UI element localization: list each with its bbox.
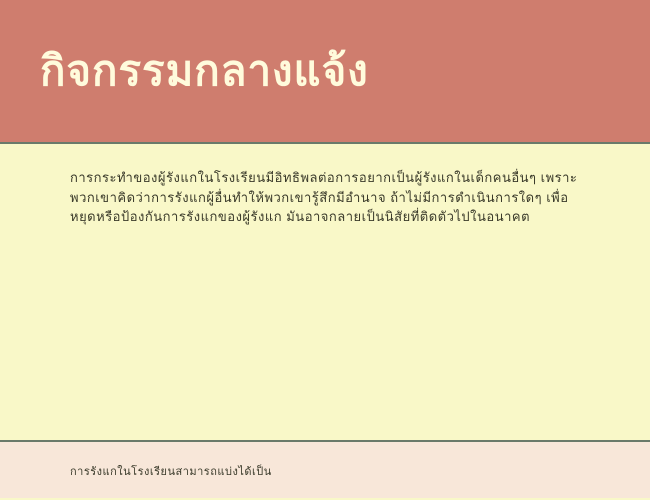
slide-title: กิจกรรมกลางแจ้ง bbox=[40, 38, 369, 104]
slide-header: กิจกรรมกลางแจ้ง bbox=[0, 0, 650, 144]
slide-footer: การรังแกในโรงเรียนสามารถแบ่งได้เป็น bbox=[0, 442, 650, 498]
slide-body: การกระทำของผู้รังแกในโรงเรียนมีอิทธิพลต่… bbox=[0, 144, 650, 442]
footer-text: การรังแกในโรงเรียนสามารถแบ่งได้เป็น bbox=[70, 462, 580, 480]
body-paragraph: การกระทำของผู้รังแกในโรงเรียนมีอิทธิพลต่… bbox=[70, 168, 580, 227]
